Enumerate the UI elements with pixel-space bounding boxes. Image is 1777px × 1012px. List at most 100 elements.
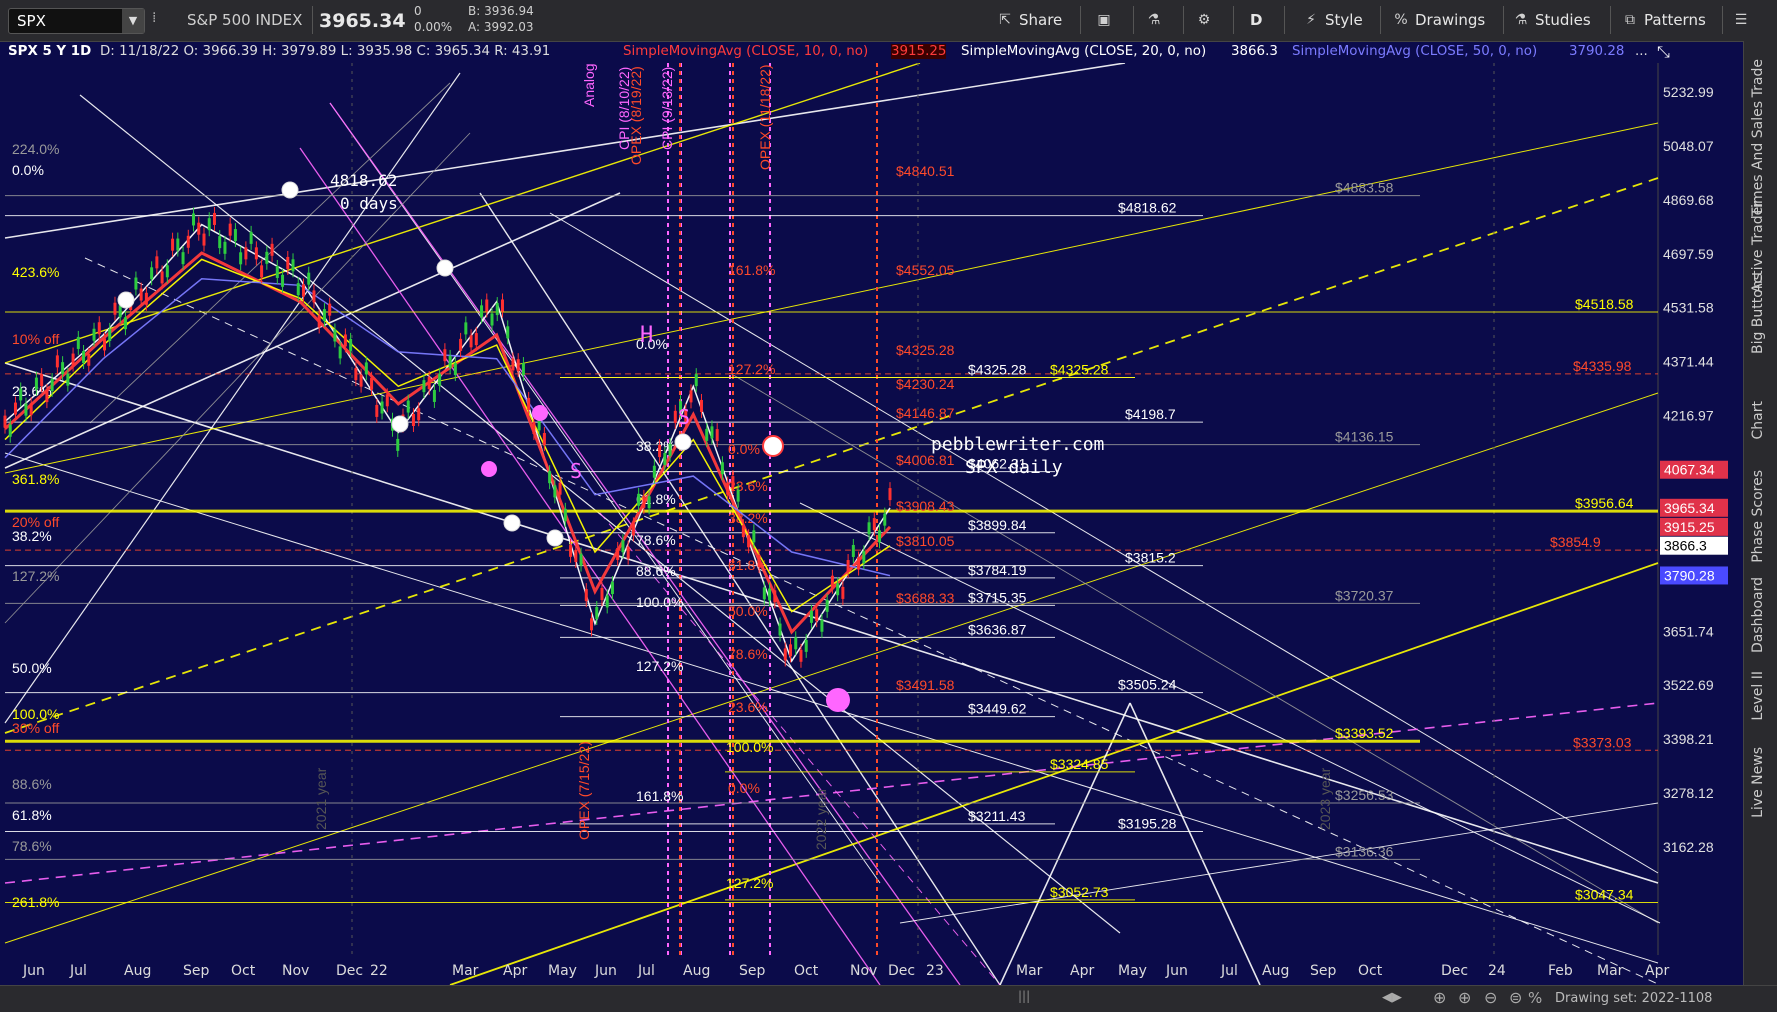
event-label: OPEX (11/18/22)	[757, 64, 773, 170]
candle-body	[134, 277, 138, 290]
price-level-label: $4818.62	[1118, 200, 1177, 216]
candle-body	[642, 495, 646, 508]
rail-tab-big-buttons[interactable]: Big Buttons	[1750, 273, 1766, 354]
candle-body	[76, 336, 80, 349]
candle-body	[354, 368, 358, 381]
price-axis-label: 3651.74	[1663, 623, 1714, 639]
drawings-icon: %	[1394, 12, 1408, 28]
candle-body	[228, 223, 232, 236]
fib-label-mid: 100.0%	[636, 594, 683, 610]
price-level-label: $3256.53	[1335, 787, 1394, 803]
style-button[interactable]: ⚡ Style	[1303, 8, 1363, 32]
x-tick-label: Aug	[1262, 963, 1290, 979]
sma20-label[interactable]: SimpleMovingAvg (CLOSE, 20, 0, no)	[961, 44, 1206, 59]
candle-body	[888, 488, 892, 501]
svg-text:3790.28: 3790.28	[1664, 567, 1715, 583]
ask-price: A: 3992.03	[468, 20, 534, 34]
rail-tab-trade[interactable]: Trade	[1750, 59, 1766, 97]
price-axis-label: 3278.12	[1663, 785, 1714, 801]
rail-tab-live-news[interactable]: Live News	[1750, 747, 1766, 818]
candle-body	[45, 390, 49, 403]
candle-body	[616, 547, 620, 560]
candle-body	[55, 355, 59, 368]
candle-body	[322, 309, 326, 322]
price-axis-label: 4531.58	[1663, 300, 1714, 316]
candle-body	[464, 322, 468, 335]
candle-body	[349, 338, 353, 351]
candle-body	[647, 496, 651, 509]
collapse-icon[interactable]: ⤡	[1657, 42, 1675, 61]
candle-body	[595, 606, 599, 619]
rail-tab-level-ii[interactable]: Level II	[1750, 671, 1766, 721]
sma50-label[interactable]: SimpleMovingAvg (CLOSE, 50, 0, no)	[1292, 44, 1537, 59]
candle-body	[108, 328, 112, 341]
candle-body	[244, 247, 248, 260]
pivot-marker	[436, 259, 454, 277]
scroll-handle[interactable]: |||	[1018, 989, 1030, 1003]
x-tick-label: Mar	[1016, 963, 1043, 979]
candle-body	[511, 358, 515, 371]
studies-button[interactable]: ⚗ Studies	[1513, 8, 1591, 32]
candle-body	[312, 290, 316, 303]
settings-button[interactable]: ⚙	[1196, 8, 1212, 32]
price-chart[interactable]: $4818.62 $4518.58 $4335.98 $4325.28 $4325.28…	[0, 63, 1743, 985]
candle-body	[699, 399, 703, 412]
crosshair-icon[interactable]: ⊕	[1433, 988, 1446, 1007]
patterns-button[interactable]: ⧉ Patterns	[1622, 8, 1706, 32]
candle-body	[773, 590, 777, 603]
flask-button[interactable]: ⚗	[1146, 8, 1162, 32]
candle-body	[710, 426, 714, 439]
zoom-out-icon[interactable]: ⊖	[1484, 988, 1497, 1007]
symbol-selector[interactable]: SPX ▼	[8, 8, 145, 34]
candle-body	[396, 438, 400, 451]
x-tick-label: Apr	[1645, 963, 1670, 979]
percent-icon[interactable]: %	[1528, 989, 1542, 1007]
rail-tab-times-and-sales[interactable]: Times And Sales	[1750, 101, 1766, 216]
candle-body	[574, 549, 578, 562]
candle-body	[809, 610, 813, 623]
candle-body	[171, 238, 175, 251]
candle-body	[584, 589, 588, 602]
price-level-label: $3505.24	[1118, 677, 1177, 693]
price-level-label: $3393.52	[1335, 725, 1394, 741]
menu-button[interactable]: ☰	[1733, 8, 1749, 32]
candle-body	[443, 349, 447, 362]
candle-body	[474, 333, 478, 346]
x-tick-label: Nov	[850, 963, 878, 979]
screenshot-button[interactable]: ▣	[1096, 8, 1112, 32]
share-button[interactable]: ⇱ Share	[997, 8, 1062, 32]
candle-body	[736, 489, 740, 502]
more-studies[interactable]: ...	[1635, 44, 1648, 59]
candle-body	[249, 231, 253, 244]
candle-body	[192, 213, 196, 226]
price-axis-label: 4869.68	[1663, 192, 1714, 208]
x-tick-label: Jul	[638, 963, 655, 979]
red-price-label: $4230.24	[896, 376, 955, 392]
red-price-label: $3688.33	[896, 590, 955, 606]
price-level-label: $3373.03	[1573, 734, 1632, 750]
bid-price: B: 3936.94	[468, 4, 534, 18]
link-icon[interactable]: ⁞	[152, 10, 156, 26]
price-level-label: $4136.15	[1335, 429, 1394, 445]
drawings-button[interactable]: % Drawings	[1393, 8, 1485, 32]
candle-body	[34, 377, 38, 390]
fib-label-mid: 161.8%	[636, 788, 683, 804]
rail-tab-chart[interactable]: Chart	[1750, 401, 1766, 439]
zoom-in-icon[interactable]: ⊕	[1458, 988, 1471, 1007]
candle-body	[260, 265, 264, 278]
zoom-fit-icon[interactable]: ⊜	[1509, 988, 1522, 1007]
candle-body	[239, 252, 243, 265]
fib-label-left: 10% off	[12, 331, 59, 347]
svg-text:3915.25: 3915.25	[1664, 519, 1715, 535]
aggregation-button[interactable]: D	[1250, 8, 1262, 32]
sma10-label[interactable]: SimpleMovingAvg (CLOSE, 10, 0, no)	[623, 44, 868, 59]
candle-body	[532, 422, 536, 435]
rail-tab-dashboard[interactable]: Dashboard	[1750, 577, 1766, 653]
year-separator-label: 2022 year	[813, 787, 829, 850]
scroll-right-icon[interactable]: ▶	[1392, 990, 1402, 1005]
candle-body	[768, 588, 772, 601]
candle-body	[558, 482, 562, 495]
chevron-down-icon[interactable]: ▼	[122, 9, 144, 33]
scroll-left-icon[interactable]: ◀	[1382, 990, 1392, 1005]
rail-tab-phase-scores[interactable]: Phase Scores	[1750, 470, 1766, 563]
